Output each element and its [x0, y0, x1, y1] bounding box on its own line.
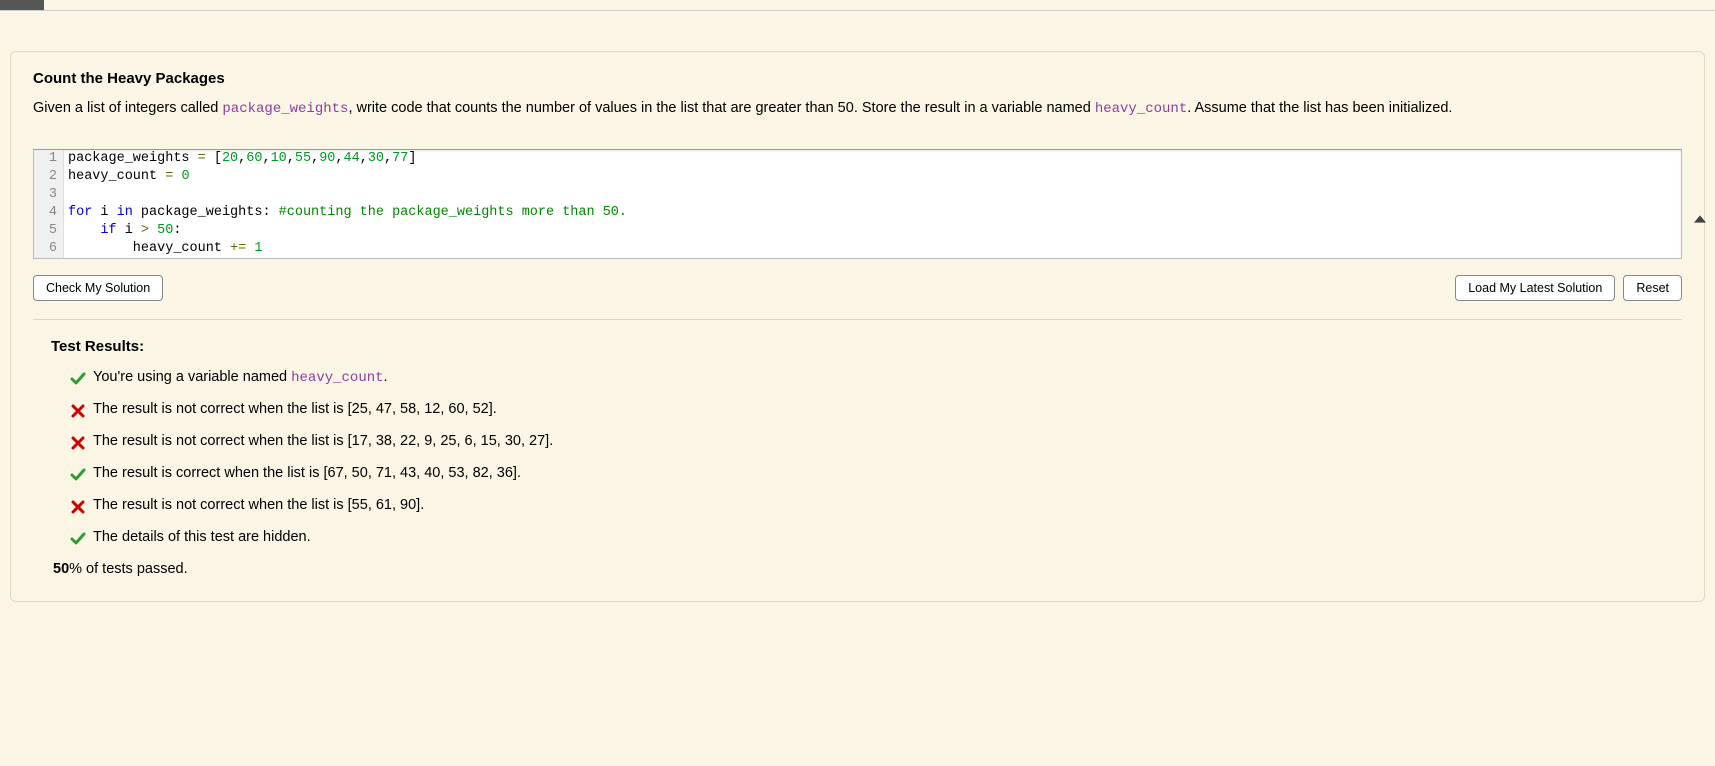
divider [33, 319, 1682, 320]
result-text: You're using a variable named heavy_coun… [93, 369, 388, 386]
code-content[interactable] [64, 186, 1681, 204]
test-result-item: You're using a variable named heavy_coun… [63, 369, 1682, 387]
test-result-item: The result is not correct when the list … [63, 497, 1682, 515]
result-text: The result is correct when the list is [… [93, 465, 521, 481]
code-content[interactable]: if i > 50: [64, 222, 1681, 240]
test-result-item: The result is correct when the list is [… [63, 465, 1682, 483]
check-icon [63, 465, 93, 483]
code-content[interactable]: heavy_count = 0 [64, 168, 1681, 186]
code-editor[interactable]: 1package_weights = [20,60,10,55,90,44,30… [33, 149, 1682, 259]
cross-icon [63, 497, 93, 515]
problem-description: Given a list of integers called package_… [33, 97, 1682, 121]
editor-line[interactable]: 1package_weights = [20,60,10,55,90,44,30… [34, 150, 1681, 168]
editor-line[interactable]: 6 heavy_count += 1 [34, 240, 1681, 258]
code-content[interactable]: heavy_count += 1 [64, 240, 1681, 258]
check-icon [63, 369, 93, 387]
test-result-item: The details of this test are hidden. [63, 529, 1682, 547]
code-content[interactable]: package_weights = [20,60,10,55,90,44,30,… [64, 150, 1681, 168]
problem-title: Count the Heavy Packages [33, 70, 1682, 87]
test-results-list: You're using a variable named heavy_coun… [63, 369, 1682, 547]
cross-icon [63, 401, 93, 419]
button-row: Check My Solution Load My Latest Solutio… [33, 275, 1682, 301]
desc-text: , write code that counts the number of v… [348, 100, 1094, 116]
line-number: 4 [34, 204, 64, 222]
code-content[interactable]: for i in package_weights: #counting the … [64, 204, 1681, 222]
editor-line[interactable]: 5 if i > 50: [34, 222, 1681, 240]
pass-percentage: 50% of tests passed. [53, 561, 1682, 577]
result-text: The result is not correct when the list … [93, 433, 553, 449]
reset-button[interactable]: Reset [1623, 275, 1682, 301]
result-text: The result is not correct when the list … [93, 497, 424, 513]
line-number: 3 [34, 186, 64, 204]
pct-label: % of tests passed. [69, 561, 187, 577]
editor-line[interactable]: 2heavy_count = 0 [34, 168, 1681, 186]
tab-stub [0, 0, 44, 10]
collapse-caret-icon[interactable] [1694, 212, 1706, 228]
top-divider [0, 10, 1715, 11]
code-literal: heavy_count [1095, 101, 1187, 117]
line-number: 2 [34, 168, 64, 186]
test-result-item: The result is not correct when the list … [63, 433, 1682, 451]
desc-text: Given a list of integers called [33, 100, 222, 116]
desc-text: . Assume that the list has been initiali… [1187, 100, 1452, 116]
problem-panel: Count the Heavy Packages Given a list of… [10, 51, 1705, 602]
results-heading: Test Results: [51, 338, 1682, 355]
test-result-item: The result is not correct when the list … [63, 401, 1682, 419]
check-solution-button[interactable]: Check My Solution [33, 275, 163, 301]
code-literal: heavy_count [291, 370, 383, 386]
line-number: 5 [34, 222, 64, 240]
result-text: The details of this test are hidden. [93, 529, 311, 545]
pct-number: 50 [53, 561, 69, 577]
cross-icon [63, 433, 93, 451]
check-icon [63, 529, 93, 547]
line-number: 6 [34, 240, 64, 258]
editor-line[interactable]: 3 [34, 186, 1681, 204]
code-literal: package_weights [222, 101, 348, 117]
line-number: 1 [34, 150, 64, 168]
editor-line[interactable]: 4for i in package_weights: #counting the… [34, 204, 1681, 222]
result-text: The result is not correct when the list … [93, 401, 497, 417]
load-latest-button[interactable]: Load My Latest Solution [1455, 275, 1615, 301]
